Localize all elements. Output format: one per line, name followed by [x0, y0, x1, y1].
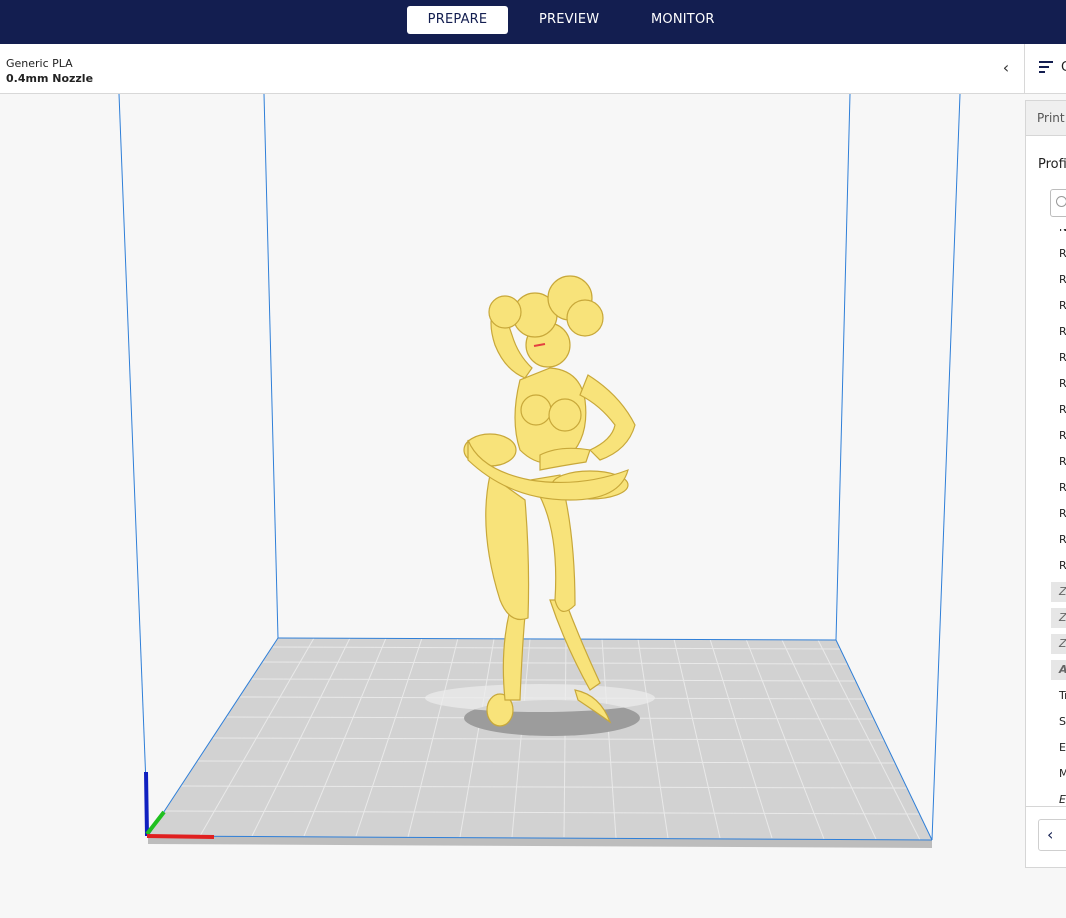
stage-tabs: PREPARE PREVIEW MONITOR — [407, 6, 751, 34]
setting-row[interactable]: R — [1026, 319, 1066, 345]
setting-row[interactable]: R — [1026, 241, 1066, 267]
chevron-left-icon[interactable]: ‹ — [996, 58, 1016, 78]
chevron-left-icon[interactable]: ‹ — [1038, 819, 1066, 851]
model-shadow-light — [425, 684, 655, 712]
print-settings-panel: Print Profi N R R R R R R R R R R R R R … — [1025, 100, 1066, 868]
setting-row[interactable]: R — [1026, 293, 1066, 319]
settings-search-input[interactable] — [1050, 189, 1066, 217]
setting-row[interactable]: R — [1026, 397, 1066, 423]
setting-row[interactable]: R — [1026, 501, 1066, 527]
panel-header[interactable]: Print — [1026, 101, 1066, 136]
setting-row[interactable]: R — [1026, 345, 1066, 371]
material-name: Generic PLA — [6, 57, 73, 70]
panel-footer: ‹ — [1026, 806, 1066, 867]
3d-viewport[interactable] — [0, 94, 1024, 918]
settings-list: N R R R R R R R R R R R R R Z Z Z A Tr S… — [1026, 229, 1066, 804]
setting-row[interactable]: E — [1026, 787, 1066, 804]
setting-row[interactable]: Tr — [1026, 683, 1066, 709]
setting-category-row[interactable]: A — [1026, 657, 1066, 683]
setting-row[interactable]: R — [1026, 475, 1066, 501]
setting-row[interactable]: S — [1026, 709, 1066, 735]
setting-row[interactable]: R — [1026, 371, 1066, 397]
profile-label: Profi — [1038, 157, 1066, 172]
panel-header-label: Print — [1037, 111, 1065, 125]
setting-row[interactable]: R — [1026, 527, 1066, 553]
setting-category-row[interactable]: Z — [1026, 631, 1066, 657]
axis-x — [146, 834, 215, 839]
tab-preview[interactable]: PREVIEW — [508, 6, 613, 34]
setting-category-row[interactable]: Z — [1026, 605, 1066, 631]
setting-row[interactable]: M — [1026, 761, 1066, 787]
setting-row[interactable]: N — [1026, 229, 1066, 241]
setting-row[interactable]: R — [1026, 423, 1066, 449]
print-settings-tab[interactable]: C — [1024, 44, 1066, 94]
tab-prepare[interactable]: PREPARE — [407, 6, 508, 34]
setting-row[interactable]: R — [1026, 449, 1066, 475]
setting-row[interactable]: R — [1026, 553, 1066, 579]
nozzle-size: 0.4mm Nozzle — [6, 72, 94, 85]
tab-monitor[interactable]: MONITOR — [613, 6, 751, 34]
axis-z — [144, 771, 149, 837]
settings-tab-label: C — [1061, 60, 1066, 75]
top-navigation-bar: PREPARE PREVIEW MONITOR — [0, 0, 1066, 44]
setting-category-row[interactable]: Z — [1026, 579, 1066, 605]
search-icon — [1056, 196, 1066, 207]
setting-row[interactable]: R — [1026, 267, 1066, 293]
print-settings-icon — [1039, 60, 1055, 76]
material-bar[interactable]: Generic PLA 0.4mm Nozzle ‹ — [0, 44, 1024, 94]
setting-row[interactable]: E — [1026, 735, 1066, 761]
